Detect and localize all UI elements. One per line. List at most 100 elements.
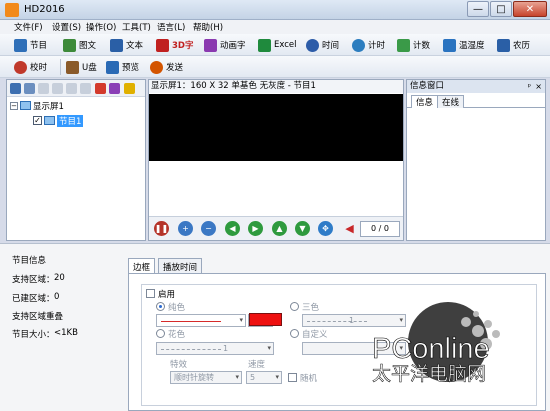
edit-icon[interactable]	[80, 83, 91, 94]
animation-icon	[204, 38, 217, 52]
tree-item-screen[interactable]: − 显示屏1	[10, 99, 64, 112]
arrow-right-icon[interactable]: ▶	[248, 221, 263, 236]
support-area-row: 支持区域： 20	[12, 273, 65, 285]
menu-language[interactable]: 语言(L)	[157, 21, 185, 33]
timer-button[interactable]: 计时	[352, 37, 385, 53]
3d-text-button[interactable]: 3D字	[156, 37, 193, 53]
monitor-icon	[20, 101, 31, 110]
speed-label: 速度	[248, 360, 266, 370]
clock-button[interactable]: 时间	[306, 37, 339, 53]
preview-pane: 显示屏1：160 X 32 单基色 无灰度 - 节目1 ❚❚ + − ◀ ▶ ▲…	[148, 79, 404, 241]
menu-file[interactable]: 文件(F)	[14, 21, 43, 33]
program-icon	[44, 116, 55, 125]
dash-line-sample	[161, 349, 221, 350]
program-button[interactable]: 节目	[14, 37, 47, 53]
close-icon[interactable]: ×	[535, 80, 542, 93]
led-screen-preview[interactable]	[149, 94, 403, 161]
info-window: 信息窗口 ᵖ × 信息 在线	[406, 79, 546, 241]
excel-button[interactable]: Excel	[258, 37, 297, 53]
toolbar-separator	[60, 59, 61, 75]
zoom-in-icon[interactable]: +	[178, 221, 193, 236]
custom-radio[interactable]	[290, 329, 299, 338]
built-area-value: 0	[54, 292, 60, 302]
counter-button[interactable]: 计数	[397, 37, 430, 53]
pin-icon[interactable]: ᵖ	[528, 80, 531, 93]
previous-icon[interactable]: ◀	[342, 221, 357, 236]
tab-border[interactable]: 边框	[128, 258, 156, 274]
move-down-icon[interactable]	[66, 83, 77, 94]
thermometer-icon	[443, 38, 456, 52]
usb-button[interactable]: U盘	[66, 59, 97, 75]
time-sync-icon	[14, 60, 27, 74]
temperature-humidity-button[interactable]: 温湿度	[443, 37, 485, 53]
usb-icon	[66, 60, 79, 74]
send-button[interactable]: 发送	[150, 59, 183, 75]
support-area-value: 20	[54, 273, 65, 283]
calendar-icon	[497, 38, 510, 52]
chevron-down-icon: ▾	[235, 373, 239, 381]
chevron-down-icon: ▾	[275, 373, 279, 381]
effect-select[interactable]: 顺时针旋转 ▾	[170, 371, 242, 384]
3d-text-icon	[156, 38, 169, 52]
program-size-row: 节目大小： <1KB	[12, 328, 78, 340]
menu-settings[interactable]: 设置(S)	[52, 21, 81, 33]
watermark-slogan: 太平洋电脑网	[372, 363, 486, 385]
watermark-logo: PConline .com.cn 太平洋电脑网	[368, 300, 550, 411]
tree-item-program[interactable]: ✓ 节目1	[33, 114, 84, 127]
arrow-up-icon[interactable]: ▲	[272, 221, 287, 236]
main-toolbar: 节目 图文 文本 3D字 动画字 Excel 时间 计时 计数 温湿度 农历	[0, 34, 550, 56]
maximize-button[interactable]: □	[490, 1, 512, 17]
preview-button[interactable]: 预览	[106, 59, 139, 75]
effect-label: 特效	[170, 360, 188, 370]
program-info-title: 节目信息	[12, 256, 47, 266]
dash-line-sample	[307, 321, 367, 322]
minimize-button[interactable]: —	[467, 1, 489, 17]
search-icon[interactable]	[124, 83, 135, 94]
tab-play-time[interactable]: 播放时间	[158, 258, 203, 274]
arrow-down-icon[interactable]: ▼	[295, 221, 310, 236]
menu-bar: 文件(F) 设置(S) 操作(O) 工具(T) 语言(L) 帮助(H)	[0, 20, 550, 34]
send-icon	[150, 60, 163, 74]
tri-color-radio[interactable]	[290, 302, 299, 311]
menu-help[interactable]: 帮助(H)	[193, 21, 223, 33]
color-swatch[interactable]	[249, 313, 282, 326]
playback-controls: ❚❚ + − ◀ ▶ ▲ ▼ ✥ ◀ 0 / 0	[149, 216, 403, 240]
text-button[interactable]: 文本	[110, 37, 143, 53]
window-title: HD2016	[24, 4, 65, 15]
screen-add-icon[interactable]	[10, 83, 21, 94]
speed-select[interactable]: 5 ▾	[246, 371, 282, 384]
time-sync-button[interactable]: 校时	[14, 59, 47, 75]
preview-icon	[106, 60, 119, 74]
pattern-style-select[interactable]: 1 ▾	[156, 342, 274, 355]
delete-icon[interactable]	[95, 83, 106, 94]
arrow-left-icon[interactable]: ◀	[225, 221, 240, 236]
zoom-out-icon[interactable]: −	[201, 221, 216, 236]
close-button[interactable]: ✕	[513, 1, 547, 17]
program-add-icon[interactable]	[24, 83, 35, 94]
random-checkbox[interactable]	[288, 373, 297, 382]
animated-text-button[interactable]: 动画字	[204, 37, 246, 53]
overlap-label: 支持区域重叠	[12, 312, 64, 322]
move-up-icon[interactable]	[52, 83, 63, 94]
check-icon[interactable]	[109, 83, 120, 94]
pconline-logo: PConline .com.cn 太平洋电脑网	[372, 302, 532, 385]
enable-label: 启用	[158, 290, 176, 300]
copy-icon[interactable]	[38, 83, 49, 94]
image-text-button[interactable]: 图文	[63, 37, 96, 53]
watermark-domain: .com.cn	[500, 341, 532, 351]
book-icon	[110, 38, 123, 52]
enable-checkbox[interactable]	[146, 289, 155, 298]
random-label: 随机	[300, 374, 318, 384]
lunar-calendar-button[interactable]: 农历	[497, 37, 530, 53]
menu-tools[interactable]: 工具(T)	[122, 21, 151, 33]
solid-style-select[interactable]: ▾	[156, 314, 246, 327]
pause-icon[interactable]: ❚❚	[154, 221, 169, 236]
collapse-icon[interactable]: −	[10, 101, 18, 110]
tab-online[interactable]: 在线	[437, 95, 465, 108]
menu-operate[interactable]: 操作(O)	[86, 21, 116, 33]
tab-info[interactable]: 信息	[411, 95, 439, 108]
solid-color-radio[interactable]	[156, 302, 165, 311]
program-checkbox[interactable]: ✓	[33, 116, 42, 125]
pattern-radio[interactable]	[156, 329, 165, 338]
move-icon[interactable]: ✥	[318, 221, 333, 236]
